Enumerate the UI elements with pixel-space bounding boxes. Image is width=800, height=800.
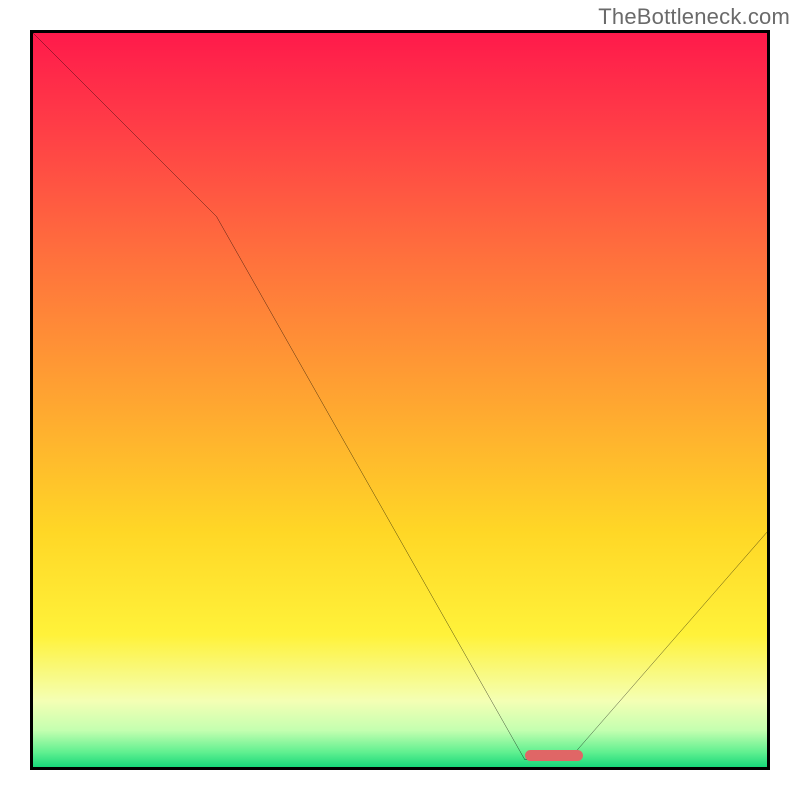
- watermark: TheBottleneck.com: [598, 4, 790, 30]
- chart-frame: [30, 30, 770, 770]
- heat-gradient: [33, 33, 767, 767]
- optimum-marker: [525, 750, 584, 761]
